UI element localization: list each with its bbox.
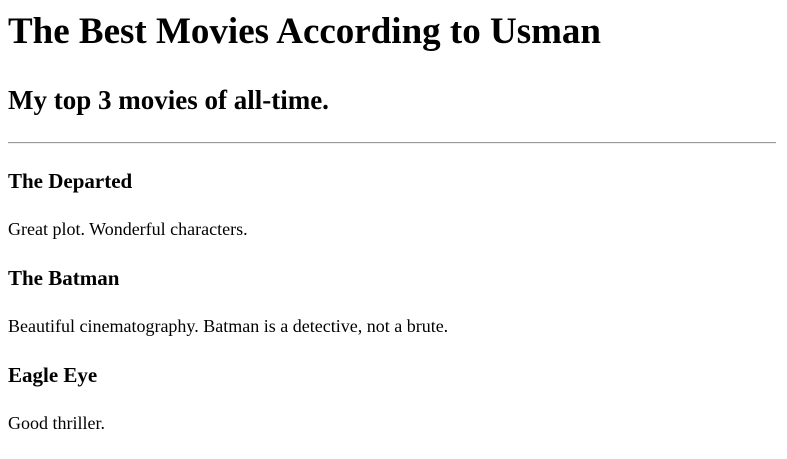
movie-title-batman: The Batman	[8, 266, 120, 290]
movie-description-departed: Great plot. Wonderful characters.	[8, 219, 248, 239]
movie-title-eagle-eye: Eagle Eye	[8, 363, 98, 387]
divider	[8, 142, 776, 144]
movie-description-batman: Beautiful cinematography. Batman is a de…	[8, 316, 449, 336]
movie-title-departed: The Departed	[8, 169, 133, 193]
page-title: The Best Movies According to Usman	[8, 11, 601, 52]
page-subtitle: My top 3 movies of all-time.	[8, 85, 329, 115]
movie-description-eagle-eye: Good thriller.	[8, 413, 105, 433]
